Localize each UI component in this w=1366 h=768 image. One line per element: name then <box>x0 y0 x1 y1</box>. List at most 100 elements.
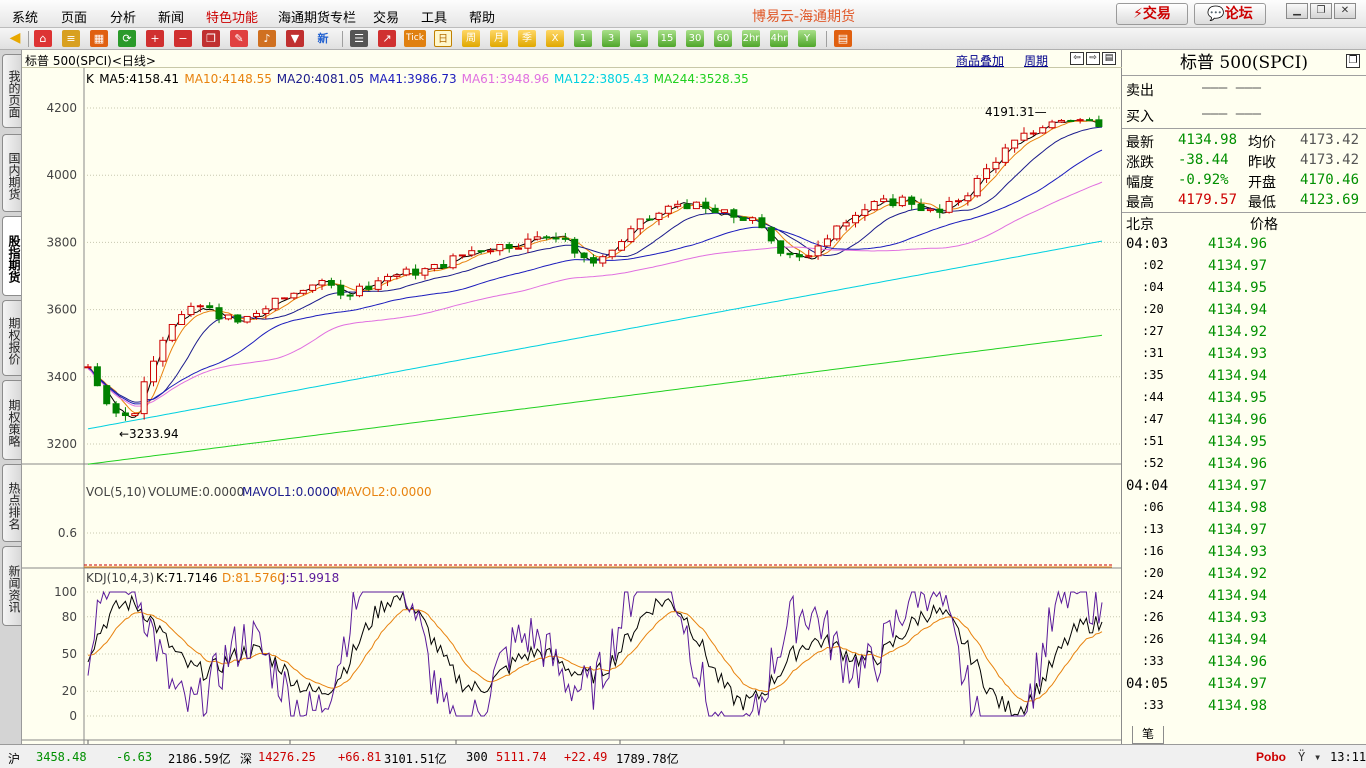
chart-area[interactable]: 标普 500(SPCI)<日线> 商品叠加 周期 ⇦ ⇨ ▤ 4200 4000 3… <box>22 50 1122 744</box>
ma-line <box>87 120 1103 414</box>
candle-body <box>880 198 888 203</box>
period-60min-button[interactable]: 60 <box>714 30 732 47</box>
period-day-button[interactable]: 日 <box>434 30 452 47</box>
candle-body <box>749 217 757 221</box>
period-link[interactable]: 周期 <box>1024 52 1048 69</box>
candle-body <box>206 305 214 309</box>
minimize-icon[interactable]: ▁ <box>1286 3 1308 19</box>
candle-body <box>449 255 457 269</box>
stack-icon[interactable]: ≡ <box>62 30 80 47</box>
quote-stat-value: 4170.46 <box>1300 172 1360 188</box>
price-axis-label: 3400 <box>46 370 77 384</box>
new-icon[interactable]: 新 <box>314 30 332 47</box>
menu-special-features[interactable]: 特色功能 <box>206 7 258 26</box>
candle-body <box>196 305 204 308</box>
menu-system[interactable]: 系统 <box>12 7 38 26</box>
menu-tools[interactable]: 工具 <box>421 7 447 26</box>
menu-trade[interactable]: 交易 <box>373 7 399 26</box>
menu-page[interactable]: 页面 <box>61 7 87 26</box>
zoom-out-icon[interactable]: − <box>174 30 192 47</box>
home-icon[interactable]: ⌂ <box>34 30 52 47</box>
menu-analysis[interactable]: 分析 <box>110 7 136 26</box>
tick-time: :31 <box>1142 346 1164 360</box>
candle-body <box>374 280 382 290</box>
tick-header-price: 价格 <box>1250 217 1278 233</box>
pencil-icon[interactable]: ✎ <box>230 30 248 47</box>
filter-icon[interactable]: ▼ <box>286 30 304 47</box>
tick-row: :24 4134.94 <box>1126 588 1362 610</box>
menu-help[interactable]: 帮助 <box>469 7 495 26</box>
period-4hr-button[interactable]: 4hr <box>770 30 788 47</box>
period-1min-button[interactable]: 1 <box>574 30 592 47</box>
side-tab-domestic-futures[interactable]: 国内期货 <box>2 134 21 212</box>
candle-body <box>355 285 363 297</box>
kdj-axis-label: 80 <box>62 610 77 624</box>
tick-chart-button[interactable]: Tick <box>404 30 426 47</box>
side-tab-hot-ranking[interactable]: 热点排名 <box>2 464 21 542</box>
candle-body <box>271 297 279 310</box>
sz-index-value: 14276.25 <box>258 750 316 764</box>
hs300-label: 300 <box>466 750 488 764</box>
menu-news[interactable]: 新闻 <box>158 7 184 26</box>
menu-haitong-column[interactable]: 海通期货专栏 <box>278 7 356 26</box>
bell-icon[interactable]: ♪ <box>258 30 276 47</box>
period-x-button[interactable]: X <box>546 30 564 47</box>
calendar-icon[interactable]: ▤ <box>834 30 852 47</box>
quote-stat-label: 最高 <box>1126 195 1154 211</box>
sell-label: 卖出 <box>1126 83 1154 99</box>
candle-body <box>309 284 317 291</box>
period-15min-button[interactable]: 15 <box>658 30 676 47</box>
price-axis-label: 3800 <box>46 235 77 249</box>
list-icon[interactable]: ☰ <box>350 30 368 47</box>
period-season-button[interactable]: 季 <box>518 30 536 47</box>
candle-body <box>720 209 728 213</box>
overlay-link[interactable]: 商品叠加 <box>956 52 1004 69</box>
line-chart-icon[interactable]: ↗ <box>378 30 396 47</box>
forum-button[interactable]: 💬论坛 <box>1194 3 1266 25</box>
candle-body <box>393 274 401 277</box>
zoom-in-icon[interactable]: + <box>146 30 164 47</box>
back-arrow-icon[interactable]: ◀ <box>6 30 24 47</box>
quote-stat-label: 最新 <box>1126 135 1154 151</box>
scroll-left-icon[interactable]: ⇦ <box>1070 52 1084 65</box>
candle-body <box>870 201 878 211</box>
close-icon[interactable]: ✕ <box>1334 3 1356 19</box>
period-month-button[interactable]: 月 <box>490 30 508 47</box>
scroll-right-icon[interactable]: ⇨ <box>1086 52 1100 65</box>
tab-ticks[interactable]: 笔 <box>1132 726 1164 744</box>
period-week-button[interactable]: 周 <box>462 30 480 47</box>
candle-body <box>131 413 139 417</box>
tick-time: 04:04 <box>1126 478 1169 494</box>
sh-index-value: 3458.48 <box>36 750 87 764</box>
period-3min-button[interactable]: 3 <box>602 30 620 47</box>
popout-icon[interactable]: ❐ <box>1346 54 1360 68</box>
side-tab-my-page[interactable]: 我的页面 <box>2 54 21 128</box>
candle-body <box>121 412 129 417</box>
layout-icon[interactable]: ▤ <box>1102 52 1116 65</box>
period-2hr-button[interactable]: 2hr <box>742 30 760 47</box>
dropdown-icon[interactable]: ▾ <box>1314 750 1321 764</box>
side-tab-option-strategy[interactable]: 期权策略 <box>2 380 21 460</box>
restore-icon[interactable]: ❐ <box>1310 3 1332 19</box>
side-tab-index-futures[interactable]: 股指期货 <box>2 216 21 296</box>
period-year-button[interactable]: Y <box>798 30 816 47</box>
refresh-icon[interactable]: ⟳ <box>118 30 136 47</box>
ma-legend-item: MA20:4081.05 <box>277 72 365 86</box>
period-5min-button[interactable]: 5 <box>630 30 648 47</box>
board-icon[interactable]: ▦ <box>90 30 108 47</box>
period-30min-button[interactable]: 30 <box>686 30 704 47</box>
candle-body <box>252 312 260 317</box>
tick-row: :27 4134.92 <box>1126 324 1362 346</box>
candle-body <box>515 247 523 250</box>
kline-chart[interactable]: 4200 4000 3800 3600 3400 3200 K MA5:4158.41 MA10… <box>22 68 1122 744</box>
toolbar-separator <box>342 31 343 47</box>
tick-price: 4134.96 <box>1208 236 1268 252</box>
candle-body <box>983 168 991 179</box>
side-tab-option-quotes[interactable]: 期权报价 <box>2 300 21 376</box>
tick-row: 04:04 4134.97 <box>1126 478 1362 500</box>
ma-legend-item: MA244:3528.35 <box>654 72 749 86</box>
candle-body <box>1086 119 1094 122</box>
trade-button[interactable]: ⚡交易 <box>1116 3 1188 25</box>
side-tab-news[interactable]: 新闻资讯 <box>2 546 21 626</box>
windows-icon[interactable]: ❐ <box>202 30 220 47</box>
